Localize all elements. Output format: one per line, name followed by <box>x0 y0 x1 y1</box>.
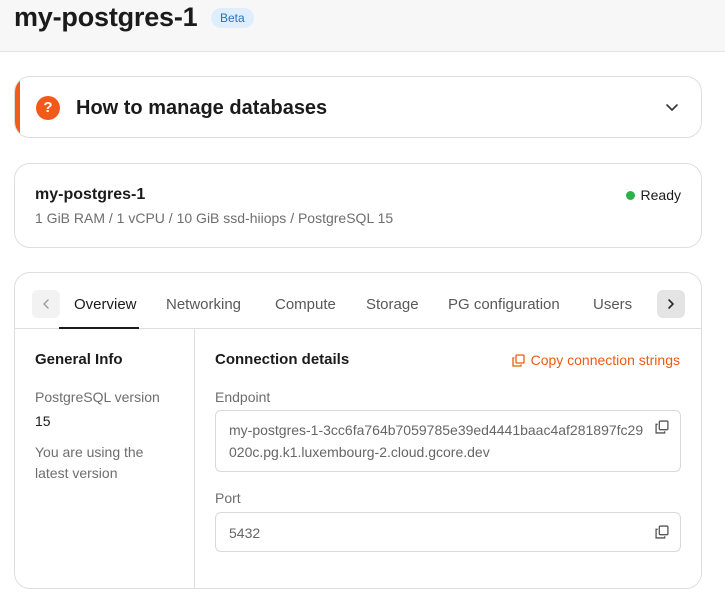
copy-icon[interactable] <box>655 420 669 434</box>
endpoint-value: my-postgres-1-3cc6fa764b7059785e39ed4441… <box>229 422 644 460</box>
endpoint-label: Endpoint <box>215 389 271 405</box>
tab-scroll-left-button[interactable] <box>32 290 60 318</box>
version-note: You are using the latest version <box>35 444 144 481</box>
tab-compute[interactable]: Compute <box>275 296 336 313</box>
chevron-left-icon <box>43 299 49 309</box>
page-title: my-postgres-1 <box>14 2 198 32</box>
instance-summary-card: my-postgres-1 1 GiB RAM / 1 vCPU / 10 Gi… <box>14 163 702 248</box>
general-info-heading: General Info <box>35 351 123 368</box>
help-title: How to manage databases <box>76 97 328 119</box>
copy-connection-strings-link[interactable]: Copy connection strings <box>511 352 680 368</box>
status-indicator: Ready <box>625 187 681 203</box>
page-header: my-postgres-1 Beta <box>0 0 725 52</box>
tab-users[interactable]: Users <box>593 296 632 313</box>
chevron-right-icon <box>668 299 674 309</box>
chevron-down-icon[interactable] <box>665 100 679 114</box>
port-label: Port <box>215 490 241 506</box>
beta-badge: Beta <box>211 8 254 28</box>
details-panel: Overview Networking Compute Storage PG c… <box>14 272 702 589</box>
port-value: 5432 <box>229 525 261 541</box>
tab-overview[interactable]: Overview <box>74 296 137 313</box>
copy-icon <box>511 353 525 367</box>
help-circle-icon: ? <box>36 96 60 120</box>
tab-scroll-right-button[interactable] <box>657 290 685 318</box>
version-value: 15 <box>35 413 51 429</box>
status-dot-icon <box>625 190 635 200</box>
status-label: Ready <box>640 187 681 203</box>
tab-pg-configuration[interactable]: PG configuration <box>448 296 560 313</box>
accent-bar <box>15 77 20 137</box>
instance-name: my-postgres-1 <box>35 186 146 203</box>
copy-icon[interactable] <box>655 525 669 539</box>
tab-storage[interactable]: Storage <box>366 296 419 313</box>
general-info-column: General Info PostgreSQL version 15 You a… <box>15 329 195 588</box>
instance-specs: 1 GiB RAM / 1 vCPU / 10 GiB ssd-hiiops /… <box>35 210 394 226</box>
port-field[interactable]: 5432 <box>215 512 681 552</box>
connection-details-heading: Connection details <box>215 351 350 368</box>
tab-bar: Overview Networking Compute Storage PG c… <box>15 273 701 329</box>
tab-networking[interactable]: Networking <box>166 296 241 313</box>
help-accordion[interactable]: ? How to manage databases <box>14 76 702 138</box>
endpoint-field[interactable]: my-postgres-1-3cc6fa764b7059785e39ed4441… <box>215 410 681 472</box>
version-label: PostgreSQL version <box>35 389 160 405</box>
copy-connection-strings-label: Copy connection strings <box>530 352 680 368</box>
